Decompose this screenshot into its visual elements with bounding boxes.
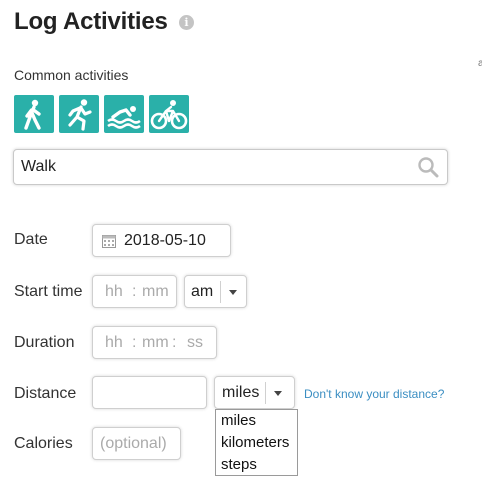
unit-option-steps[interactable]: steps (216, 454, 297, 476)
duration-hh: hh (105, 334, 123, 351)
swim-icon (107, 106, 141, 129)
swim-button[interactable] (104, 95, 144, 133)
duration-field[interactable]: hh : mm : ss (92, 326, 217, 359)
distance-unit-select[interactable]: miles (214, 376, 295, 409)
distance-unit-value: miles (222, 384, 260, 401)
start-time-sep: : (132, 283, 137, 300)
activity-search-input[interactable] (21, 156, 401, 178)
duration-mm: mm (142, 334, 169, 351)
calories-input[interactable]: (optional) (92, 427, 181, 460)
activity-search-box (13, 149, 448, 185)
walk-icon (24, 99, 41, 130)
duration-label: Duration (14, 334, 75, 351)
chevron-down-icon (229, 290, 237, 295)
bike-icon (150, 100, 188, 130)
distance-unit-dropdown: miles kilometers steps (215, 409, 298, 476)
start-time-label: Start time (14, 283, 83, 300)
distance-input[interactable] (92, 376, 207, 409)
run-icon (68, 99, 92, 131)
run-button[interactable] (59, 95, 99, 133)
calendar-icon (102, 235, 116, 248)
bike-button[interactable] (149, 95, 189, 133)
page-title: Log Activities (14, 8, 168, 35)
chevron-down-icon (274, 391, 282, 396)
start-time-mm: mm (142, 283, 169, 300)
calories-label: Calories (14, 435, 73, 452)
unit-option-kilometers[interactable]: kilometers (216, 432, 297, 454)
ampm-divider (220, 281, 222, 303)
duration-sep-2: : (172, 334, 177, 351)
info-icon[interactable]: i (179, 15, 194, 30)
start-time-field[interactable]: hh : mm (92, 275, 177, 308)
date-label: Date (14, 231, 48, 248)
distance-label: Distance (14, 385, 77, 402)
duration-sep-1: : (132, 334, 137, 351)
search-icon[interactable] (417, 156, 439, 178)
start-time-hh: hh (105, 283, 123, 300)
date-field[interactable]: 2018-05-10 (92, 224, 231, 257)
unknown-distance-link[interactable]: Don't know your distance? (304, 387, 444, 401)
duration-ss: ss (187, 334, 203, 351)
date-value: 2018-05-10 (124, 232, 206, 249)
ampm-value: am (191, 283, 214, 300)
unit-option-miles[interactable]: miles (216, 410, 297, 432)
unit-divider (265, 382, 267, 404)
walk-button[interactable] (14, 95, 54, 133)
calories-placeholder: (optional) (100, 435, 167, 452)
common-activities-label: Common activities (14, 67, 129, 83)
ampm-select[interactable]: am (184, 275, 247, 308)
stray-text: a (478, 58, 482, 69)
